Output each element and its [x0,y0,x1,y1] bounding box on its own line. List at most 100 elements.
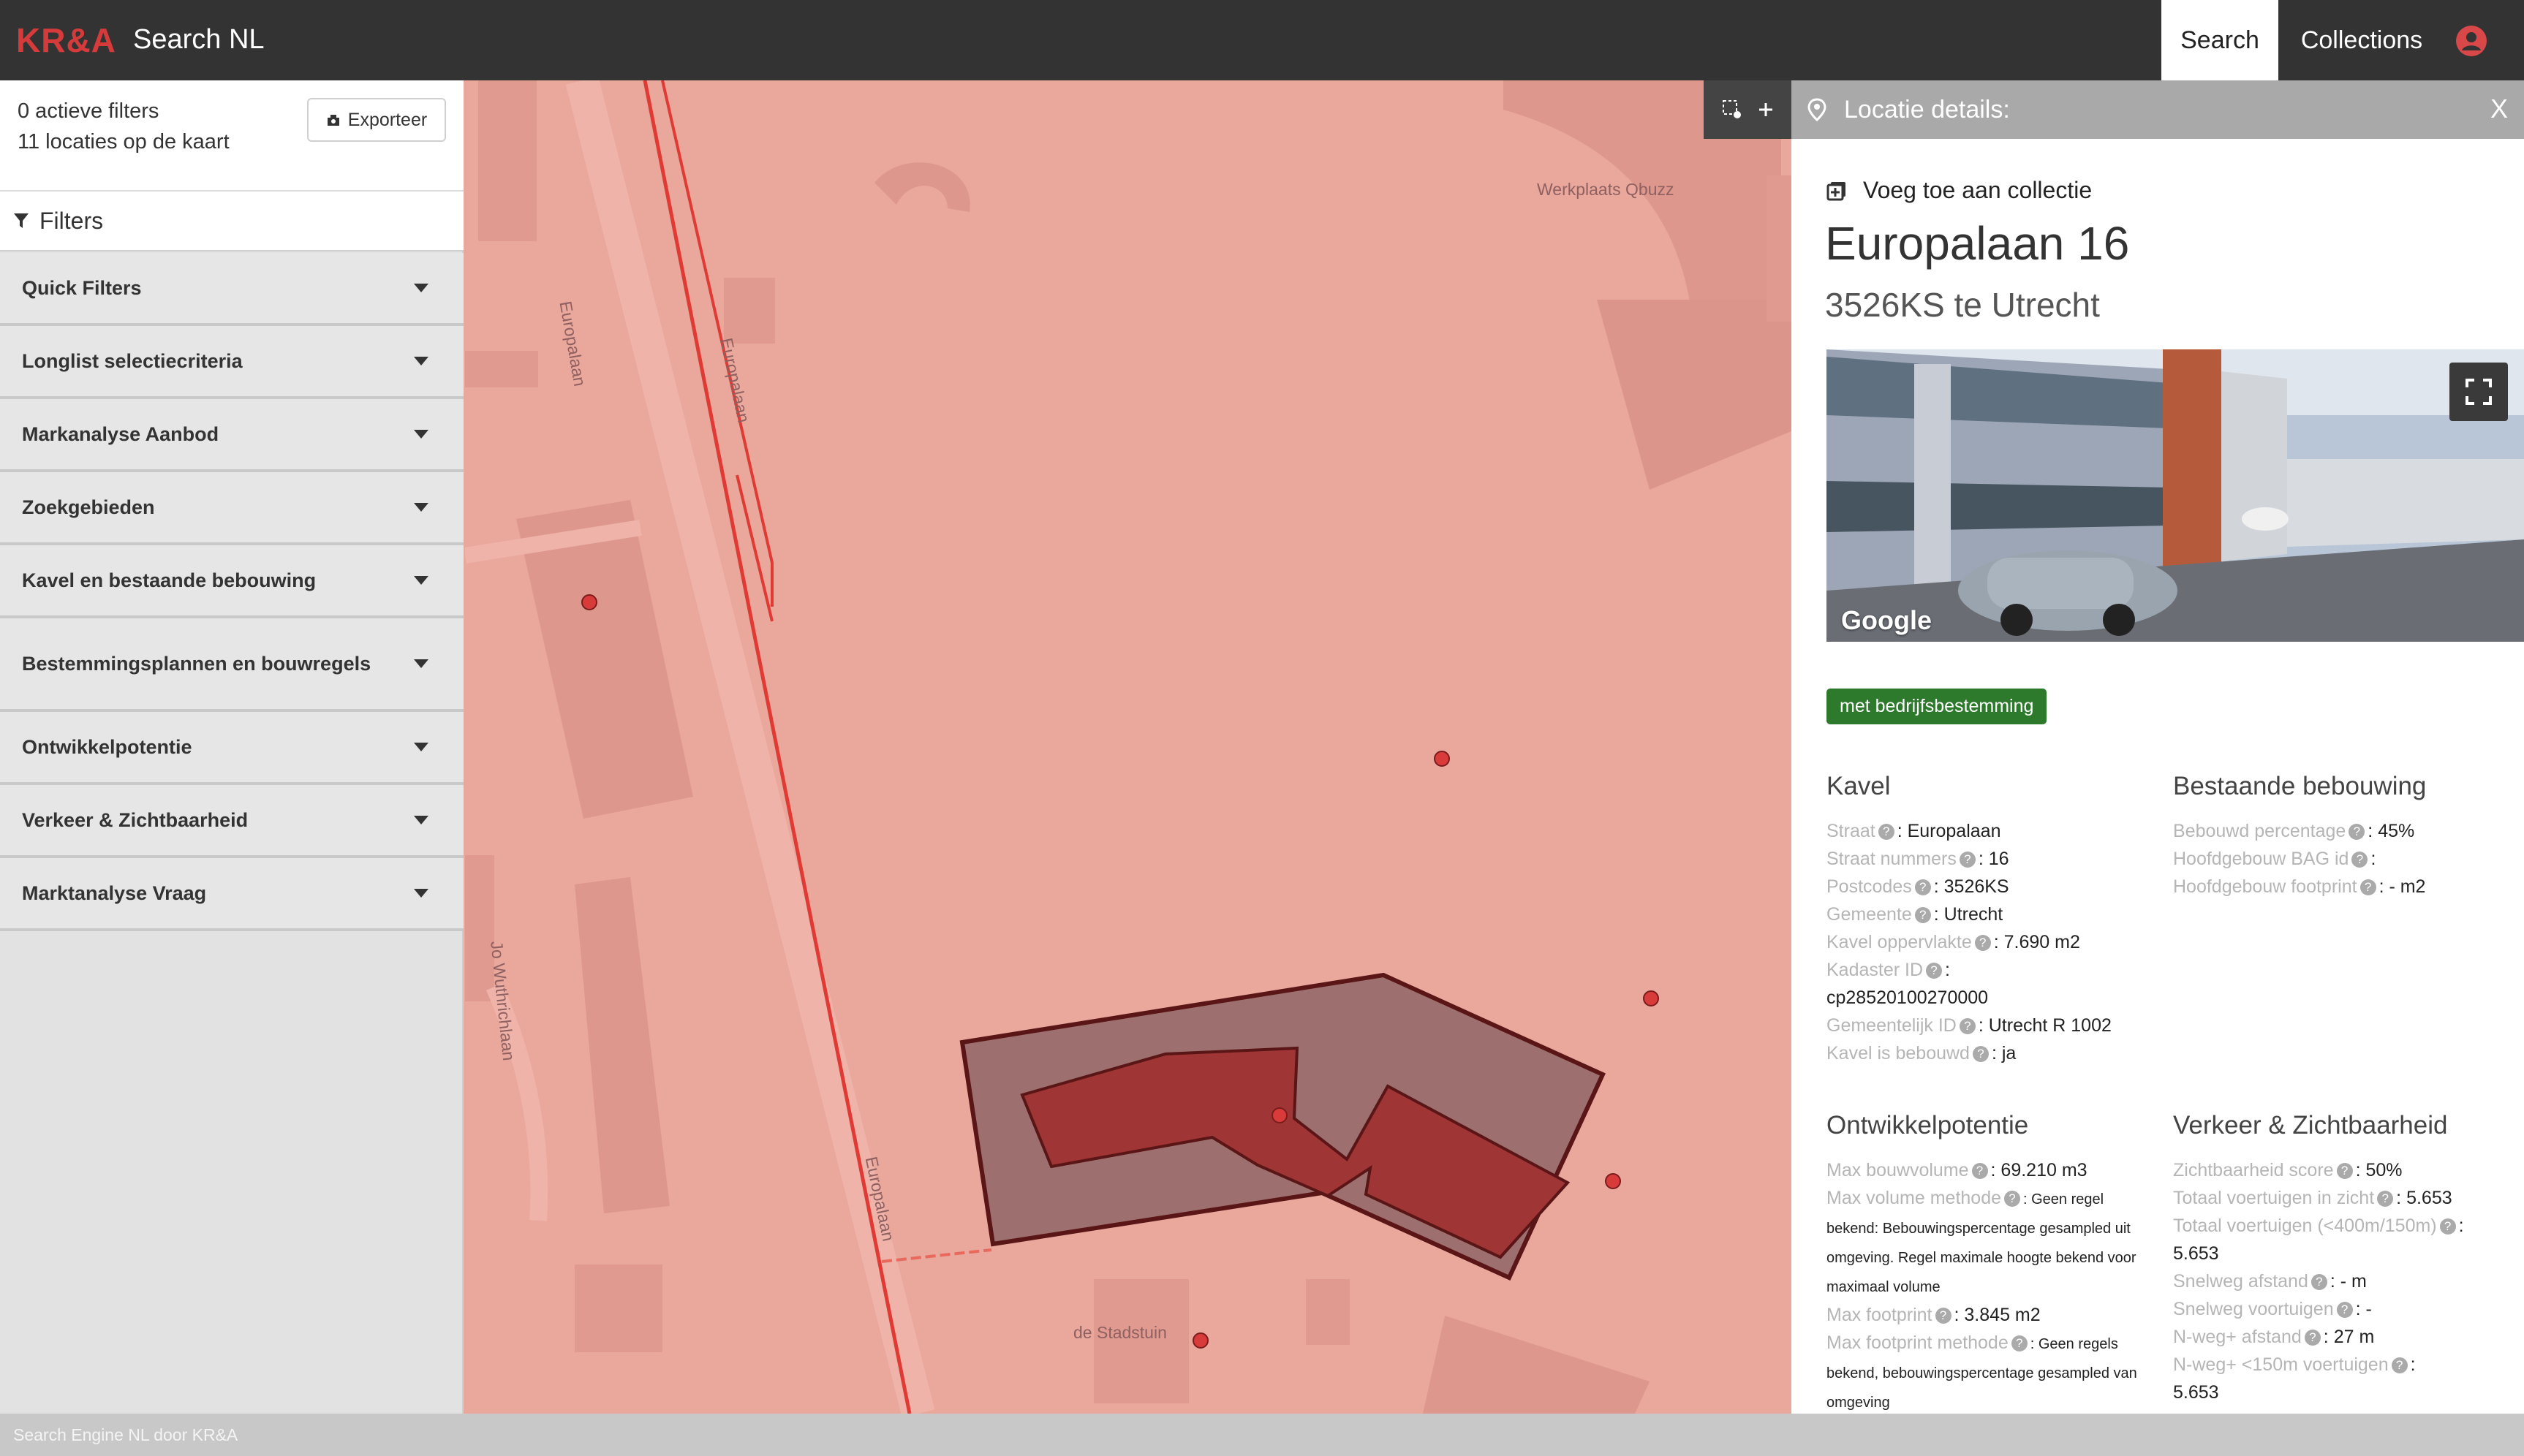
top-bar: KR&A Search NL Search Collections [0,0,2524,80]
address-street: Europalaan 16 [1825,217,2130,270]
help-icon[interactable]: ? [1974,935,1991,952]
help-icon[interactable]: ? [1972,1046,1989,1063]
filter-verkeer-zichtbaarheid[interactable]: Verkeer & Zichtbaarheid [0,785,464,858]
caret-down-icon [414,889,428,898]
export-button[interactable]: Exporteer [307,98,446,142]
location-marker[interactable] [1643,990,1659,1006]
help-icon[interactable]: ? [1959,1018,1976,1035]
map-building [1767,175,1791,322]
app-title: Search NL [133,24,265,55]
caret-down-icon [414,576,428,585]
bebouwing-details: Bebouwd percentage?: 45% Hoofdgebouw BAG… [2173,817,2502,900]
caret-down-icon [414,743,428,751]
filter-longlist[interactable]: Longlist selectiecriteria [0,326,464,399]
map-building [478,80,537,241]
help-icon[interactable]: ? [1926,963,1943,979]
filter-bestemmingsplannen[interactable]: Bestemmingsplannen en bouwregels [0,618,464,712]
active-filters-count: 0 actieve filters [18,99,159,123]
street-view-photo[interactable]: Google [1826,349,2524,642]
poi-label-werkplaats: Werkplaats Qbuzz [1537,180,1674,199]
location-details-header: Locatie details: X [1791,80,2524,139]
kv-row: Kadaster ID?: [1826,960,1950,980]
close-button[interactable]: X [2490,94,2508,124]
kv-row: Max footprint methode?: Geen regels beke… [1826,1332,2137,1411]
help-icon[interactable]: ? [1878,824,1894,841]
logo[interactable]: KR&A [16,20,116,60]
help-icon[interactable]: ? [2310,1274,2327,1291]
filter-markanalyse-aanbod[interactable]: Markanalyse Aanbod [0,399,464,472]
help-icon[interactable]: ? [1914,879,1931,896]
export-icon [327,115,339,126]
filter-sidebar: 0 actieve filters 11 locaties op de kaar… [0,80,464,1414]
footer: Search Engine NL door KR&A [0,1414,2524,1456]
kv-row: Hoofdgebouw footprint?: - m2 [2173,876,2426,897]
filter-label: Marktanalyse Vraag [22,882,207,904]
help-icon[interactable]: ? [2004,1191,2021,1207]
user-account-icon[interactable] [2455,25,2487,57]
location-marker[interactable] [1605,1173,1621,1189]
help-icon[interactable]: ? [2336,1302,2353,1319]
ontwikkelpotentie-details: Max bouwvolume?: 69.210 m3 Max volume me… [1826,1156,2155,1414]
fullscreen-button[interactable] [2449,363,2508,421]
filter-zoekgebieden[interactable]: Zoekgebieden [0,472,464,545]
zoom-in-icon[interactable] [1757,101,1775,118]
filter-accordion: Quick Filters Longlist selectiecriteria … [0,253,464,931]
location-marker[interactable] [1193,1332,1209,1349]
help-icon[interactable]: ? [1959,852,1976,868]
help-icon[interactable]: ? [2351,852,2368,868]
bebouwing-title: Bestaande bebouwing [2173,772,2427,800]
filter-kavel-bebouwing[interactable]: Kavel en bestaande bebouwing [0,545,464,618]
map-route-line [736,474,774,622]
add-to-collection-button[interactable]: Voeg toe aan collectie [1826,177,2092,204]
map-building [465,351,538,387]
map-canvas[interactable]: Europalaan Europalaan Europalaan Werkpla… [465,80,1791,1414]
map-building [575,877,670,1213]
map-building [575,1264,662,1352]
filter-summary: 0 actieve filters 11 locaties op de kaar… [0,80,464,192]
location-marker[interactable] [1434,751,1450,767]
filter-ontwikkelpotentie[interactable]: Ontwikkelpotentie [0,712,464,785]
filters-header: Filters [0,192,464,251]
kv-row: Kavel is bebouwd?: ja [1826,1043,2017,1063]
help-icon[interactable]: ? [2439,1218,2456,1235]
help-icon[interactable]: ? [2349,824,2365,841]
kv-row-continued: cp28520100270000 [1826,987,1989,1008]
filter-quick-filters[interactable]: Quick Filters [0,253,464,326]
map-pin-icon [1807,98,1826,121]
fullscreen-icon [2466,379,2492,405]
help-icon[interactable]: ? [1971,1163,1988,1180]
map-route-line [881,1248,992,1263]
kavel-details: Straat?: Europalaan Straat nummers?: 16 … [1826,817,2155,1067]
verkeer-title: Verkeer & Zichtbaarheid [2173,1111,2448,1140]
help-icon[interactable]: ? [1935,1308,1951,1324]
help-icon[interactable]: ? [2391,1357,2408,1374]
kv-row: Snelweg afstand?: - m [2173,1271,2367,1292]
caret-down-icon [414,503,428,512]
filter-marktanalyse-vraag[interactable]: Marktanalyse Vraag [0,858,464,931]
map-building [724,278,775,344]
kv-row: Max volume methode?: Geen regel bekend: … [1826,1188,2136,1295]
kv-row: Bebouwd percentage?: 45% [2173,821,2415,841]
google-logo: Google [1841,605,1932,635]
kv-row: Zichtbaarheid score?: 50% [2173,1160,2403,1180]
kv-row: Max footprint?: 3.845 m2 [1826,1305,2041,1325]
nav-collections-tab[interactable]: Collections [2281,0,2442,80]
area-select-icon[interactable] [1721,99,1743,121]
caret-down-icon [414,659,428,668]
kv-row-continued: 5.653 [2173,1382,2219,1403]
help-icon[interactable]: ? [2336,1163,2353,1180]
add-collection-icon [1826,181,1845,200]
help-icon[interactable]: ? [2377,1191,2394,1207]
filter-label: Verkeer & Zichtbaarheid [22,809,249,831]
location-marker[interactable] [581,594,597,610]
help-icon[interactable]: ? [2011,1335,2028,1352]
help-icon[interactable]: ? [2359,879,2376,896]
caret-down-icon [414,284,428,292]
help-icon[interactable]: ? [1914,907,1931,924]
verkeer-details: Zichtbaarheid score?: 50% Totaal voertui… [2173,1156,2502,1406]
map-building [1597,300,1791,490]
location-marker[interactable] [1272,1107,1288,1123]
nav-search-tab[interactable]: Search [2161,0,2278,80]
help-icon[interactable]: ? [2304,1330,2321,1346]
kv-row: Gemeentelijk ID?: Utrecht R 1002 [1826,1015,2112,1036]
